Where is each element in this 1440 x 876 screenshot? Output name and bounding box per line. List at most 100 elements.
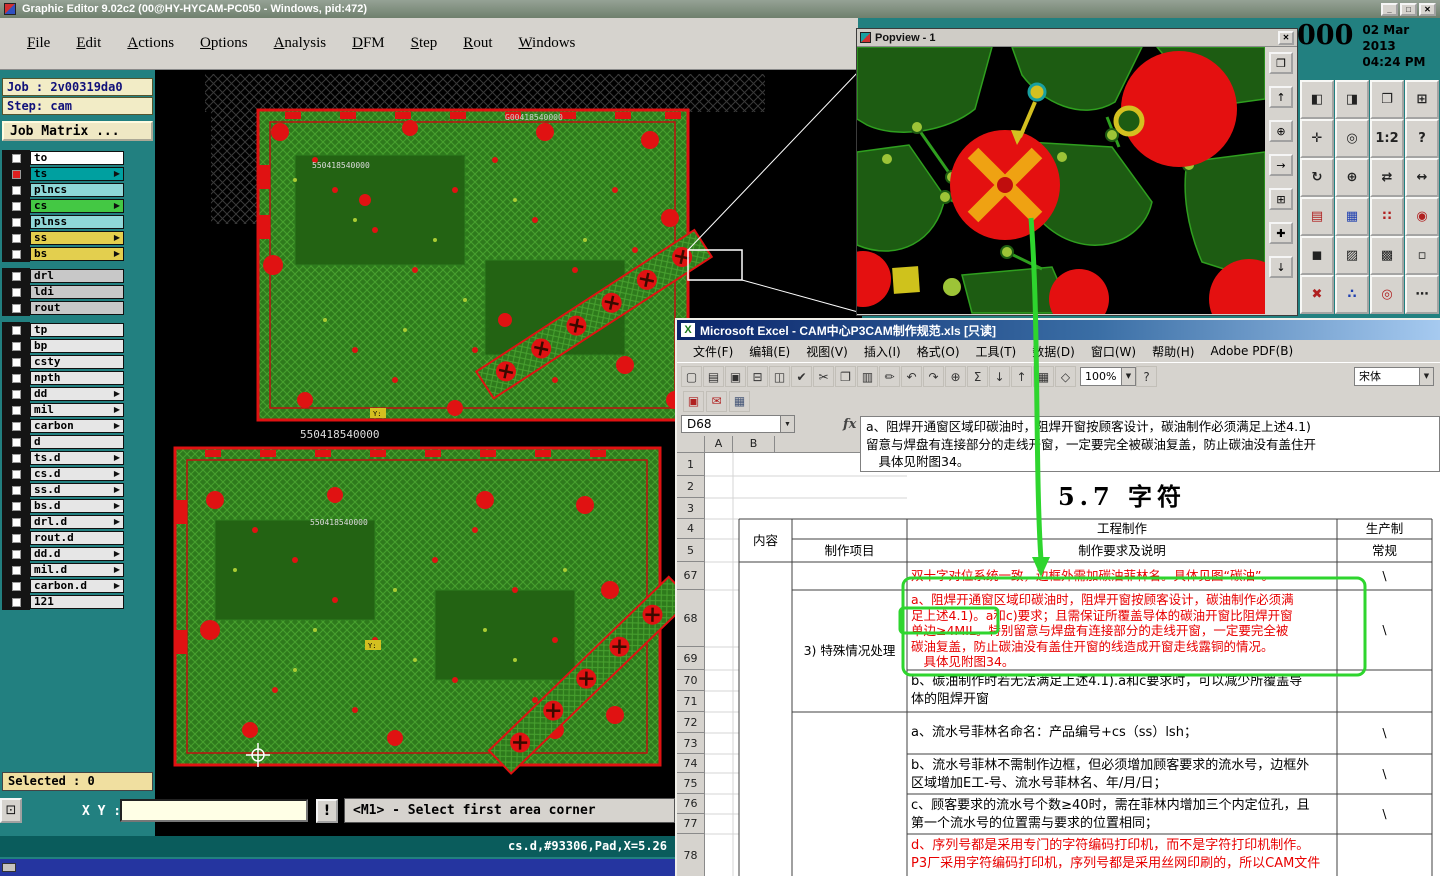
single-view-icon[interactable]: ◧ xyxy=(1300,80,1334,119)
数据(D)[interactable]: 数据(D) xyxy=(1024,340,1083,363)
step-right-icon[interactable]: → xyxy=(1269,154,1293,176)
layer-name-box[interactable]: ss ▶ xyxy=(30,231,124,245)
hyperlink-icon[interactable]: ⊕ xyxy=(945,366,966,387)
scroll-down-icon[interactable]: ↓ xyxy=(1269,256,1293,278)
highlight-pad-icon[interactable]: ◉ xyxy=(1405,197,1439,236)
layer-visibility-checkbox[interactable] xyxy=(11,421,21,431)
zoom-dropdown-icon[interactable]: ▼ xyxy=(1121,368,1135,385)
layer-name-box[interactable]: csty xyxy=(30,355,124,369)
layer-name-box[interactable]: rout xyxy=(30,301,124,315)
font-dropdown-icon[interactable]: ▼ xyxy=(1419,368,1433,385)
sort-descending-icon[interactable]: ↑ xyxy=(1011,366,1032,387)
points-tool-icon[interactable]: ∴ xyxy=(1335,275,1369,314)
split-view-icon[interactable]: ◨ xyxy=(1335,80,1369,119)
print-preview-icon[interactable]: ◫ xyxy=(769,366,790,387)
layer-visibility-checkbox[interactable] xyxy=(11,389,21,399)
layer-name-box[interactable]: ldi xyxy=(30,285,124,299)
new-icon[interactable]: ▢ xyxy=(681,366,702,387)
excel-row-header[interactable]: 73 xyxy=(677,733,705,754)
layer-visibility-checkbox[interactable] xyxy=(11,325,21,335)
excel-row-header[interactable]: 78 xyxy=(677,834,705,876)
格式(O)[interactable]: 格式(O) xyxy=(909,340,968,363)
layer-name-box[interactable]: dd.d ▶ xyxy=(30,547,124,561)
chart-wizard-icon[interactable]: ▦ xyxy=(1033,366,1054,387)
layer-name-box[interactable]: ss.d ▶ xyxy=(30,483,124,497)
layer-name-box[interactable]: mil ▶ xyxy=(30,403,124,417)
layer-visibility-checkbox[interactable] xyxy=(11,437,21,447)
tile-icon[interactable]: ⊞ xyxy=(1269,188,1293,210)
add-overlay-icon[interactable]: ✚ xyxy=(1269,222,1293,244)
layer-name-box[interactable]: carbon ▶ xyxy=(30,419,124,433)
layer-visibility-checkbox[interactable] xyxy=(11,469,21,479)
format-painter-icon[interactable]: ✏ xyxy=(879,366,900,387)
插入(I)[interactable]: 插入(I) xyxy=(856,340,909,363)
header-item[interactable]: 制作项目 xyxy=(792,539,907,562)
layer-name-box[interactable]: drl.d ▶ xyxy=(30,515,124,529)
layer-visibility-checkbox[interactable] xyxy=(11,169,21,179)
layer-visibility-checkbox[interactable] xyxy=(11,533,21,543)
cell-row72[interactable]: a、流水号菲林名命名：产品编号+cs（ss）lsh； xyxy=(911,712,1335,754)
maximize-button[interactable]: □ xyxy=(1400,2,1417,16)
close-button[interactable]: ✕ xyxy=(1419,2,1436,16)
File[interactable]: File xyxy=(14,31,63,56)
cell-row70[interactable]: b、碳油制作时若无法满足上述4.1).a和c要求时，可以减少所覆盖导 体的阻焊开… xyxy=(911,673,1335,711)
layer-visibility-checkbox[interactable] xyxy=(11,287,21,297)
excel-row-header[interactable]: 72 xyxy=(677,712,705,733)
swap-view-icon[interactable]: ⇄ xyxy=(1370,158,1404,197)
layer-visibility-checkbox[interactable] xyxy=(11,153,21,163)
pattern-mode-icon[interactable]: ▩ xyxy=(1370,236,1404,275)
layer-visibility-checkbox[interactable] xyxy=(11,581,21,591)
DFM[interactable]: DFM xyxy=(339,31,398,56)
formula-bar-content[interactable]: a、阻焊开通窗区域印碳油时，阻焊开窗按顾客设计，碳油制作必须满足上述4.1) 留… xyxy=(860,416,1440,472)
cell-row76[interactable]: c、顾客要求的流水号个数≥40时，需在菲林内增加三个内定位孔，且 第一个流水号的… xyxy=(911,797,1335,834)
Edit[interactable]: Edit xyxy=(63,31,114,56)
layer-visibility-checkbox[interactable] xyxy=(11,373,21,383)
excel-row-header[interactable]: 5 xyxy=(677,539,705,562)
cell-d68[interactable]: a、阻焊开通窗区域印碳油时，阻焊开窗按顾客设计，碳油制作必须满 足上述4.1)。… xyxy=(911,592,1335,670)
layer-visibility-checkbox[interactable] xyxy=(11,357,21,367)
table-icon[interactable]: ▦ xyxy=(729,390,750,412)
layer-visibility-checkbox[interactable] xyxy=(11,217,21,227)
excel-row-header[interactable]: 1 xyxy=(677,453,705,476)
layer-visibility-checkbox[interactable] xyxy=(11,303,21,313)
excel-row-header[interactable]: 69 xyxy=(677,647,705,670)
delete-tool-icon[interactable]: ✖ xyxy=(1300,275,1334,314)
undo-icon[interactable]: ↶ xyxy=(901,366,922,387)
编辑(E)[interactable]: 编辑(E) xyxy=(741,340,798,363)
snap-points-icon[interactable]: ∷ xyxy=(1370,197,1404,236)
cell-row78[interactable]: d、序列号都是采用专门的字符编码打印机，而不是字符打印机制作。 P3厂采用字符编… xyxy=(911,837,1335,876)
layer-visibility-checkbox[interactable] xyxy=(11,597,21,607)
layer-name-box[interactable]: ts ▶ xyxy=(30,167,124,181)
pan-view-icon[interactable]: ✛ xyxy=(1300,119,1334,158)
layer-name-box[interactable]: cs.d ▶ xyxy=(30,467,124,481)
layer-visibility-checkbox[interactable] xyxy=(11,185,21,195)
layer-visibility-checkbox[interactable] xyxy=(11,201,21,211)
layer-visibility-checkbox[interactable] xyxy=(11,249,21,259)
excel-row-header[interactable]: 75 xyxy=(677,773,705,794)
layer-name-box[interactable]: plncs xyxy=(30,183,124,197)
Actions[interactable]: Actions xyxy=(114,31,187,56)
layer-name-box[interactable]: bs.d ▶ xyxy=(30,499,124,513)
select-all-corner[interactable] xyxy=(677,436,705,453)
spelling-icon[interactable]: ✔ xyxy=(791,366,812,387)
slash-cell[interactable]: \ xyxy=(1337,562,1432,590)
layer-name-box[interactable]: tp xyxy=(30,323,124,337)
layer-visibility-checkbox[interactable] xyxy=(11,565,21,575)
pdf-export-icon[interactable]: ▣ xyxy=(683,390,704,412)
slash-cell[interactable]: \ xyxy=(1337,712,1432,754)
origin-icon[interactable]: ⊕ xyxy=(1335,158,1369,197)
column-header-b[interactable]: B xyxy=(733,436,775,453)
Adobe PDF(B)[interactable]: Adobe PDF(B) xyxy=(1202,341,1301,361)
help-button[interactable]: ? xyxy=(1405,119,1439,158)
open-icon[interactable]: ▤ xyxy=(703,366,724,387)
layer-name-box[interactable]: dd ▶ xyxy=(30,387,124,401)
slash-cell[interactable]: \ xyxy=(1337,590,1432,670)
excel-row-header[interactable]: 4 xyxy=(677,519,705,539)
slash-cell[interactable]: \ xyxy=(1337,754,1432,794)
excel-row-header[interactable]: 76 xyxy=(677,794,705,814)
section-title[interactable]: 5.7 字符 xyxy=(907,480,1337,514)
layer-name-box[interactable]: mil.d ▶ xyxy=(30,563,124,577)
header-normal[interactable]: 常规 xyxy=(1337,539,1432,562)
color-layers-icon[interactable]: ▤ xyxy=(1300,197,1334,236)
scroll-up-icon[interactable]: ↑ xyxy=(1269,86,1293,108)
